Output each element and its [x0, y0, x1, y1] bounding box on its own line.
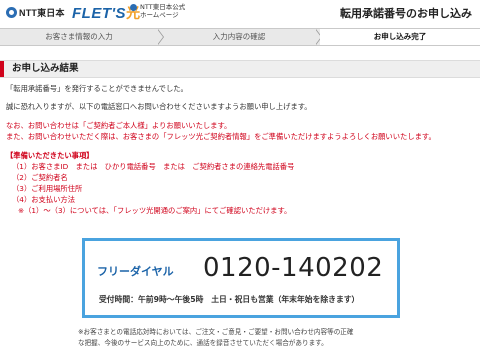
contact-instruction: 誠に恐れ入りますが、以下の電話窓口へお問い合わせくださいますようお願い申し上げま…: [6, 102, 312, 111]
recording-notice-line1: ※お客さまとの電話応対時においては、ご注文・ご意見・ご要望・お問い合わせ内容等の…: [78, 328, 354, 336]
step-confirm: 入力内容の確認: [212, 32, 266, 41]
flets-logo-text: FLET'S: [72, 5, 127, 22]
step-complete-current: お申し込み完了: [320, 29, 480, 45]
section-title: お申し込み結果: [12, 63, 79, 74]
official-label: NTT東日本公式 ホームページ: [140, 3, 185, 19]
contact-box: フリーダイヤル 0120-140202 受付時間：午前9時～午後5時 土日・祝日…: [82, 238, 400, 318]
page-title: 転用承諾番号のお申し込み: [340, 7, 472, 20]
site-header: NTT東日本 FLET'S光 NTT東日本公式 ホームページ 転用承諾番号のお申…: [0, 0, 480, 26]
free-dial-label: フリーダイヤル: [97, 265, 174, 278]
ntt-east-logo[interactable]: NTT東日本: [6, 6, 65, 19]
requirement-item: （1）お客さまID または ひかり電話番号 または ご契約者さまの連絡先電話番号: [12, 162, 295, 171]
progress-steps: お客さま情報の入力 入力内容の確認 お申し込み完了: [0, 28, 480, 46]
step-customer-info: お客さま情報の入力: [45, 32, 113, 41]
official-line2: ホームページ: [140, 11, 179, 19]
business-hours: 受付時間：午前9時～午後5時 土日・祝日も営業（年末年始を除きます）: [99, 295, 360, 304]
prepare-info-notice: また、お問い合わせいただく際は、お客さまの「フレッツ光ご契約者情報」をご準備いた…: [6, 132, 436, 141]
ntt-logo-mark-icon: [6, 7, 17, 18]
heading-accent: [0, 61, 4, 77]
requirements-note: ※（1）～（3）については、「フレッツ光開通のご案内」にてご確認いただけます。: [18, 206, 292, 215]
phone-number[interactable]: 0120-140202: [203, 253, 383, 283]
official-line1: NTT東日本公式: [140, 3, 186, 11]
ntt-logo-text: NTT東日本: [19, 8, 65, 18]
requirement-item: （3）ご利用場所住所: [12, 184, 83, 193]
official-homepage-link[interactable]: NTT東日本公式 ホームページ: [130, 3, 186, 19]
requirements-title: 【準備いただきたい事項】: [6, 151, 94, 160]
requirement-item: （2）ご契約者名: [12, 173, 68, 182]
result-section-heading: お申し込み結果: [0, 60, 480, 78]
contractor-notice: なお、お問い合わせは「ご契約者ご本人様」よりお願いいたします。: [6, 121, 232, 130]
ntt-official-icon: [130, 4, 137, 11]
requirement-item: （4）お支払い方法: [12, 195, 76, 204]
error-message: 「転用承諾番号」を発行することができませんでした。: [6, 84, 188, 93]
recording-notice-line2: な把握、今後のサービス向上のために、通話を録音させていただく場合があります。: [78, 339, 328, 347]
